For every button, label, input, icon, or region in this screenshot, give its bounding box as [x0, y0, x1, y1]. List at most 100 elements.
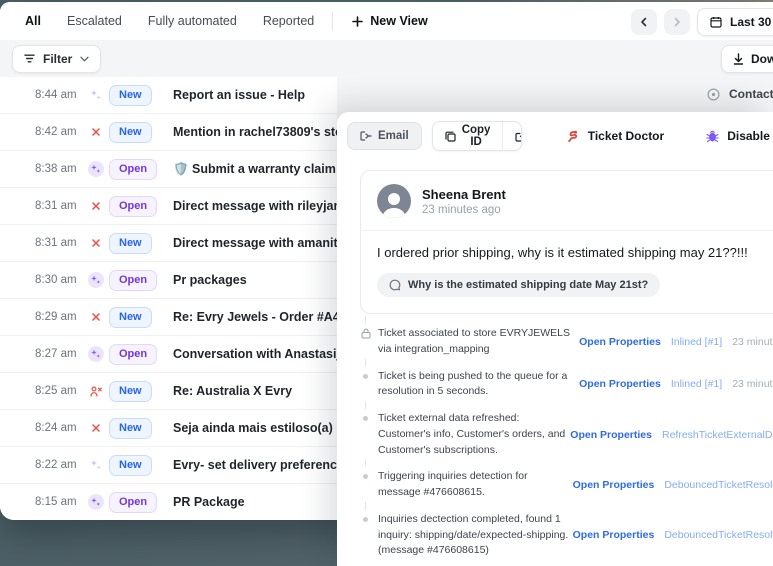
dot-icon [360, 369, 371, 379]
copy-id-button[interactable]: Copy ID [433, 122, 503, 150]
x-icon [82, 239, 109, 247]
open-properties-link[interactable]: Open Properties [579, 336, 661, 348]
ticket-subject: Direct message with amanite2021 [173, 236, 337, 250]
ticket-time: 8:30 am [35, 274, 82, 286]
ticket-status-badge: New [109, 455, 152, 476]
ticket-time: 8:29 am [35, 311, 82, 323]
external-link-icon [515, 131, 521, 142]
ticket-row[interactable]: 8:42 am New Mention in rachel73809's sto… [0, 114, 337, 151]
contact-form-icon [707, 88, 720, 101]
ticket-subject: Report an issue - Help [173, 88, 337, 102]
next-button[interactable] [664, 9, 690, 35]
ticket-status-badge: Open [109, 344, 157, 365]
filter-button[interactable]: Filter [12, 45, 101, 73]
inquiry-chip[interactable]: Why is the estimated shipping date May 2… [377, 273, 660, 297]
ticket-doctor-button[interactable]: Ticket Doctor [560, 128, 670, 144]
ticket-time: 8:15 am [35, 496, 82, 508]
copy-icon [445, 131, 456, 142]
event-job-link[interactable]: DebouncedTicketResolverJob [664, 479, 773, 491]
message-header: Sheena Brent 23 minutes ago [361, 171, 773, 231]
event-row: Ticket associated to store EVRYJEWELS vi… [360, 326, 773, 358]
ticket-time: 8:27 am [35, 348, 82, 360]
tab-divider [332, 12, 333, 31]
lock-icon [360, 326, 371, 339]
new-view-button[interactable]: New View [338, 14, 441, 28]
autopilot-icon [82, 272, 109, 288]
ticket-time: 8:25 am [35, 385, 82, 397]
ticket-status-badge: New [109, 233, 152, 254]
open-properties-link[interactable]: Open Properties [573, 479, 655, 491]
channel-header: Contact Form [707, 87, 773, 101]
ticket-row[interactable]: 8:38 am Open 🛡️ Submit a warranty claim [0, 151, 337, 188]
event-job-link[interactable]: RefreshTicketExternalDataJob [662, 429, 773, 441]
x-icon [82, 202, 109, 210]
ticket-subject: Mention in rachel73809's story [173, 125, 337, 139]
bug-icon [706, 129, 719, 143]
open-properties-link[interactable]: Open Properties [570, 429, 652, 441]
ticket-row[interactable]: 8:15 am Open PR Package [0, 484, 337, 520]
message-timestamp: 23 minutes ago [422, 204, 506, 216]
autopilot-icon [82, 346, 109, 362]
sparkles-icon [82, 89, 109, 101]
ticket-row[interactable]: 8:25 am New Re: Australia X Evry [0, 373, 337, 410]
ticket-row[interactable]: 8:44 am New Report an issue - Help [0, 77, 337, 114]
event-row: Ticket external data refreshed: Customer… [360, 411, 773, 458]
event-text: Ticket external data refreshed: Customer… [371, 411, 570, 458]
ticket-time: 8:22 am [35, 459, 82, 471]
prev-button[interactable] [631, 9, 657, 35]
view-tab[interactable]: All [12, 2, 54, 40]
view-tab[interactable]: Escalated [54, 2, 135, 40]
modal-toolbar: Email Copy ID Gorgias Ticket Doctor [337, 112, 773, 159]
view-tabbar: All Escalated Fully automated Reported N… [0, 2, 773, 40]
ticket-subject: PR Package [173, 495, 337, 509]
ticket-subject: Direct message with rileyjames_16 [173, 199, 337, 213]
ticket-row[interactable]: 8:24 am New Seja ainda mais estiloso(a) [0, 410, 337, 447]
customer-name: Sheena Brent [422, 187, 506, 202]
ticket-doctor-icon [566, 129, 580, 143]
user-x-icon [82, 386, 109, 397]
date-range-button[interactable]: Last 30 days [697, 8, 773, 36]
copy-id-label: Copy ID [462, 124, 491, 148]
ticket-row[interactable]: 8:27 am Open Conversation with Anastasij… [0, 336, 337, 373]
ticket-doctor-label: Ticket Doctor [588, 129, 664, 143]
channel-label: Contact Form [729, 87, 773, 101]
event-text: Ticket is being pushed to the queue for … [371, 369, 579, 401]
ticket-time: 8:38 am [35, 163, 82, 175]
message-body: I ordered prior shipping, why is it esti… [361, 231, 773, 313]
ticket-subject: Re: Australia X Evry [173, 384, 337, 398]
ticket-row[interactable]: 8:31 am Open Direct message with rileyja… [0, 188, 337, 225]
event-time: 23 minutes ago [732, 336, 773, 348]
ticket-time: 8:31 am [35, 237, 82, 249]
disable-debug-view-button[interactable]: Disable Debug View [700, 128, 773, 144]
autopilot-icon [82, 161, 109, 177]
event-job-link[interactable]: DebouncedTicketResolverJob [664, 529, 773, 541]
x-icon [82, 424, 109, 432]
ticket-subject: Conversation with Anastasija Stjepa [173, 347, 337, 361]
filter-label: Filter [43, 52, 72, 66]
ticket-row[interactable]: 8:30 am Open Pr packages [0, 262, 337, 299]
customer-message-card: Sheena Brent 23 minutes ago I ordered pr… [360, 170, 773, 314]
message-text: I ordered prior shipping, why is it esti… [377, 245, 773, 260]
download-button[interactable]: Download [721, 45, 773, 73]
ticket-row[interactable]: 8:22 am New Evry- set delivery preferenc… [0, 447, 337, 484]
open-properties-link[interactable]: Open Properties [573, 529, 655, 541]
ticket-row[interactable]: 8:29 am New Re: Evry Jewels - Order #A45… [0, 299, 337, 336]
sparkles-icon [82, 459, 109, 471]
speech-bubble-icon [389, 279, 401, 291]
ticket-status-badge: New [109, 122, 152, 143]
view-tab[interactable]: Reported [250, 2, 327, 40]
email-channel-button[interactable]: Email [347, 122, 422, 150]
disable-debug-view-label: Disable Debug View [727, 129, 773, 143]
ticket-row[interactable]: 8:31 am New Direct message with amanite2… [0, 225, 337, 262]
view-tab[interactable]: Fully automated [135, 2, 250, 40]
event-job-link[interactable]: Inlined [#1] [671, 378, 722, 390]
chevron-right-icon [672, 17, 682, 27]
download-icon [733, 53, 744, 65]
open-properties-link[interactable]: Open Properties [579, 378, 661, 390]
inquiry-chip-label: Why is the estimated shipping date May 2… [408, 279, 648, 291]
email-channel-icon [360, 131, 372, 141]
event-job-link[interactable]: Inlined [#1] [671, 336, 722, 348]
x-icon [82, 128, 109, 136]
gorgias-button[interactable]: Gorgias [502, 122, 521, 150]
ticket-status-badge: Open [109, 159, 157, 180]
